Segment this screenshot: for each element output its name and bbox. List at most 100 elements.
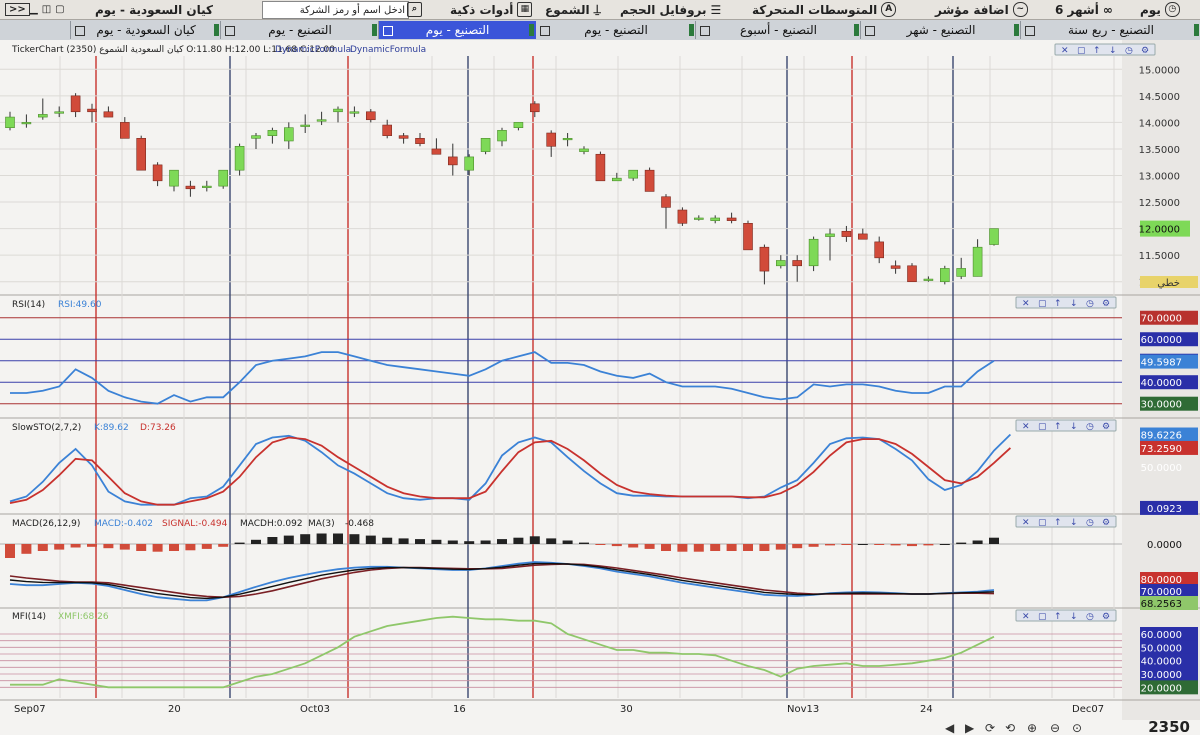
moving-averages-label: المتوسطات المتحركة — [752, 2, 878, 17]
macd-hist-bar — [972, 540, 983, 544]
period-6-months-button[interactable]: 6 أشهر ∞ — [1055, 0, 1113, 19]
zoom-out-icon[interactable]: ⊖ — [1050, 721, 1060, 735]
gear-icon[interactable]: ⚙ — [1102, 612, 1110, 622]
macd-hist-bar — [185, 544, 196, 551]
macd-hist-bar — [923, 544, 934, 546]
gear-icon[interactable]: ⚙ — [1141, 46, 1149, 56]
search-button[interactable]: ⌕ — [407, 0, 422, 19]
chart-area[interactable]: 15.0000 14.5000 14.0000 13.5000 13.0000 12.50… — [0, 40, 1200, 735]
pan-left-icon[interactable]: ◀ — [945, 721, 955, 735]
maximize-icon[interactable]: ▢ — [1038, 612, 1047, 622]
settings-icon[interactable]: ◷ — [1086, 422, 1094, 432]
candle-body — [972, 246, 983, 277]
price-tick-label: 11.5000 — [1139, 251, 1180, 262]
company-search-input[interactable]: ادخل اسم أو رمز الشركة — [262, 1, 409, 19]
panel-control-bar — [1015, 419, 1117, 432]
company-name: كيان السعودية - يوم — [95, 2, 214, 17]
tab-kayan-day[interactable]: كيان السعودية - يوم — [70, 21, 221, 39]
move-down-icon[interactable]: ↓ — [1070, 518, 1078, 528]
candle-body — [513, 122, 524, 128]
gear-icon[interactable]: ⚙ — [1102, 518, 1110, 528]
pan-right-icon[interactable]: ▶ — [965, 721, 975, 735]
minimize-icon[interactable]: ▁ — [30, 4, 38, 15]
line-mode-label: خطي — [1157, 278, 1180, 289]
zoom-fit-icon[interactable]: ⊙ — [1072, 721, 1082, 735]
tab-manufacturing-month[interactable]: التصنيع - شهر — [860, 21, 1021, 39]
move-up-icon[interactable]: ↑ — [1054, 422, 1062, 432]
reset-icon[interactable]: ⟲ — [1005, 721, 1015, 735]
company-label[interactable]: كيان السعودية - يوم — [95, 0, 213, 19]
macd-hist-bar — [989, 537, 999, 544]
tab-manufacturing-day-1[interactable]: التصنيع - يوم — [535, 21, 696, 39]
macd-scale-label: 68.2563 — [1141, 599, 1182, 610]
x-axis-tick-label: 30 — [620, 704, 633, 715]
macd-hist-bar — [792, 544, 803, 549]
x-axis-tick-label: Sep07 — [14, 704, 46, 715]
close-icon[interactable]: ✕ — [1022, 422, 1030, 432]
moving-averages-button[interactable]: المتوسطات المتحركة A — [752, 0, 897, 19]
maximize-icon[interactable]: ▢ — [55, 4, 64, 15]
candle-body — [857, 233, 868, 240]
panel-control-bar — [1015, 296, 1117, 309]
zoom-in-icon[interactable]: ⊕ — [1027, 721, 1037, 735]
move-up-icon[interactable]: ↑ — [1093, 46, 1101, 56]
double-chevron-icon: >> — [5, 3, 30, 16]
macd-hist-bar — [841, 544, 852, 545]
mfi-scale-label: 20.0000 — [1141, 683, 1182, 694]
tab-status-marker — [372, 24, 377, 36]
clock-icon: ◷ — [1164, 2, 1180, 17]
candle-body — [710, 217, 721, 221]
move-down-icon[interactable]: ↓ — [1070, 299, 1078, 309]
macd-hist-value: MACDH:0.092 — [240, 519, 303, 529]
close-icon[interactable]: ✕ — [1061, 46, 1069, 56]
gear-icon[interactable]: ⚙ — [1102, 422, 1110, 432]
settings-icon[interactable]: ◷ — [1086, 299, 1094, 309]
candle-body — [152, 164, 163, 182]
rsi-label: RSI(14) — [12, 300, 45, 310]
split-icon[interactable]: ◫ — [42, 4, 51, 15]
maximize-icon[interactable]: ▢ — [1038, 518, 1047, 528]
tab-manufacturing-day-active[interactable]: التصنيع - يوم — [378, 21, 536, 39]
tab-manufacturing-day-2[interactable]: التصنيع - يوم — [220, 21, 379, 39]
candle-body — [923, 278, 934, 281]
slowsto-scale-label: 73.2590 — [1141, 444, 1182, 455]
maximize-icon[interactable]: ▢ — [1038, 299, 1047, 309]
candle-body — [628, 169, 639, 179]
move-up-icon[interactable]: ↑ — [1054, 518, 1062, 528]
search-placeholder: ادخل اسم أو رمز الشركة — [299, 4, 405, 16]
tab-manufacturing-week[interactable]: التصنيع - أسبوع — [695, 21, 861, 39]
mfi-scale-label: 50.0000 — [1141, 643, 1182, 654]
macd-hist-bar — [447, 540, 458, 544]
tab-manufacturing-quarter[interactable]: التصنيع - ربع سنة — [1020, 21, 1200, 39]
move-down-icon[interactable]: ↓ — [1070, 422, 1078, 432]
panel-control-bar — [1015, 515, 1117, 528]
close-icon[interactable]: ✕ — [1022, 518, 1030, 528]
move-up-icon[interactable]: ↑ — [1054, 299, 1062, 309]
macd-hist-bar — [513, 537, 524, 544]
interval-day-button[interactable]: يوم ◷ — [1140, 0, 1180, 19]
candle-body — [103, 111, 114, 118]
candles-button[interactable]: الشموع ⍊ — [545, 0, 601, 19]
add-indicator-button[interactable]: اضافة مؤشر ~ — [935, 0, 1028, 19]
nav-arrows-button[interactable]: >> — [5, 0, 30, 19]
settings-icon[interactable]: ◷ — [1086, 518, 1094, 528]
candle-body — [431, 148, 442, 155]
refresh-icon[interactable]: ⟳ — [985, 721, 995, 735]
settings-icon[interactable]: ◷ — [1125, 46, 1133, 56]
macd-hist-bar — [300, 534, 311, 544]
period-label: 6 أشهر — [1055, 2, 1099, 17]
macd-hist-bar — [808, 544, 819, 547]
maximize-icon[interactable]: ▢ — [1038, 422, 1047, 432]
move-up-icon[interactable]: ↑ — [1054, 612, 1062, 622]
gear-icon[interactable]: ⚙ — [1102, 299, 1110, 309]
close-icon[interactable]: ✕ — [1022, 299, 1030, 309]
macd-hist-bar — [136, 544, 147, 551]
smart-tools-button[interactable]: أدوات ذكية ▦ — [450, 0, 533, 19]
volume-profile-button[interactable]: بروفايل الحجم ☰ — [620, 0, 721, 19]
move-down-icon[interactable]: ↓ — [1070, 612, 1078, 622]
move-down-icon[interactable]: ↓ — [1109, 46, 1117, 56]
close-icon[interactable]: ✕ — [1022, 612, 1030, 622]
maximize-icon[interactable]: ▢ — [1077, 46, 1086, 56]
tab-status-marker — [854, 24, 859, 36]
settings-icon[interactable]: ◷ — [1086, 612, 1094, 622]
